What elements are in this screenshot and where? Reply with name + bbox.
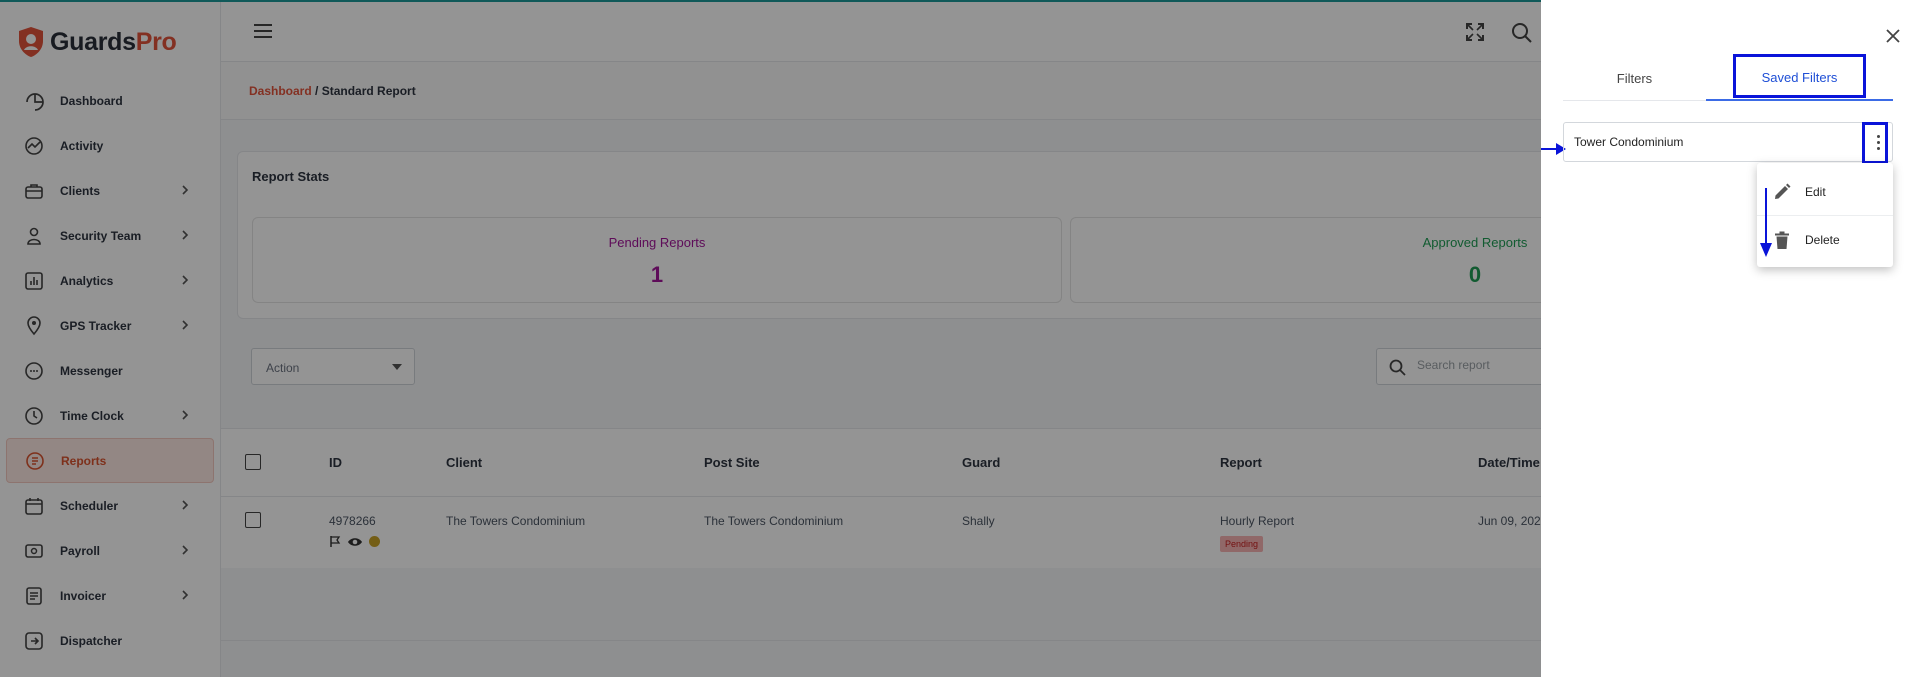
menu-item-edit-label: Edit <box>1805 185 1826 199</box>
trash-icon <box>1775 231 1789 249</box>
highlight-kebab-button <box>1862 122 1888 164</box>
menu-item-edit[interactable]: Edit <box>1757 169 1893 215</box>
saved-filter-context-menu: Edit Delete <box>1757 163 1893 267</box>
menu-item-delete-label: Delete <box>1805 233 1840 247</box>
saved-filter-item[interactable]: Tower Condominium <box>1563 122 1893 162</box>
filters-drawer: Filters Saved Filters Tower Condominium … <box>1541 0 1915 677</box>
tab-filters[interactable]: Filters <box>1563 56 1706 101</box>
menu-item-delete[interactable]: Delete <box>1757 217 1893 263</box>
arrow-down-annotation <box>1760 188 1772 257</box>
close-icon[interactable] <box>1885 28 1901 44</box>
highlight-saved-filters-tab <box>1733 54 1866 98</box>
saved-filter-name: Tower Condominium <box>1574 135 1684 149</box>
modal-backdrop[interactable] <box>0 0 1541 677</box>
pencil-icon <box>1775 183 1791 199</box>
